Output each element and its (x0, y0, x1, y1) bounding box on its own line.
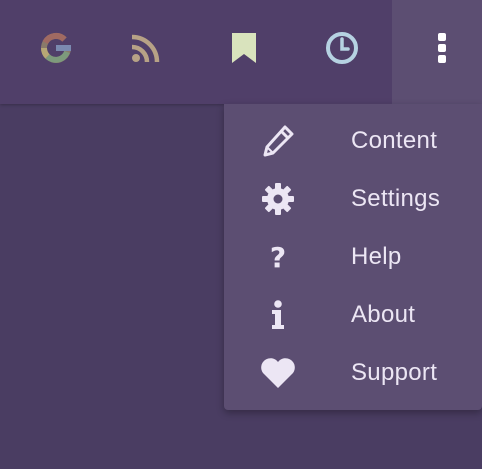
info-icon (258, 298, 298, 332)
question-icon: ? (269, 240, 287, 274)
heart-icon (258, 356, 298, 390)
menu-item-label: Settings (351, 185, 441, 212)
rss-icon (131, 34, 160, 63)
dropdown-menu: Content Settings ? Help About Support (224, 104, 482, 410)
gear-icon (258, 182, 298, 216)
bookmark-icon (232, 33, 256, 63)
menu-item-label: Support (351, 359, 438, 386)
menu-item-label: Content (351, 127, 438, 154)
menu-item-support[interactable]: Support (224, 344, 482, 402)
menu-item-label: Help (351, 243, 402, 270)
more-menu-button[interactable] (422, 28, 462, 68)
menu-item-label: About (351, 301, 416, 328)
pencil-icon (258, 124, 298, 158)
google-button[interactable] (36, 28, 76, 68)
history-button[interactable] (322, 28, 362, 68)
menu-item-about[interactable]: About (224, 286, 482, 344)
menu-item-settings[interactable]: Settings (224, 170, 482, 228)
rss-button[interactable] (126, 28, 166, 68)
bookmarks-button[interactable] (224, 28, 264, 68)
menu-item-content[interactable]: Content (224, 112, 482, 170)
more-vertical-icon (438, 33, 446, 63)
google-icon (40, 32, 71, 63)
clock-icon (326, 32, 358, 64)
toolbar (0, 0, 392, 104)
menu-item-help[interactable]: ? Help (224, 228, 482, 286)
